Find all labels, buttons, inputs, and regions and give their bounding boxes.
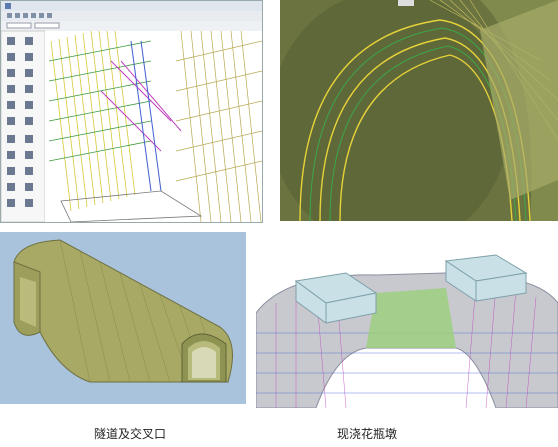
- software-screenshot-svg: [1, 1, 262, 222]
- caption-tunnel: 隧道及交叉口: [94, 427, 167, 441]
- tunnel-closeup-panel: [280, 0, 558, 221]
- tunnel-closeup-svg: [280, 0, 558, 221]
- viewcube-label: [398, 0, 414, 6]
- cast-pier-panel: [256, 253, 558, 408]
- cast-pier-svg: [256, 254, 558, 408]
- caption-pier: 现浇花瓶墩: [337, 427, 398, 441]
- tunnel-intersection-panel: [0, 232, 246, 404]
- tunnel-intersection-svg: [0, 232, 246, 404]
- software-screenshot-panel: [0, 0, 263, 223]
- app-icon: [5, 3, 11, 9]
